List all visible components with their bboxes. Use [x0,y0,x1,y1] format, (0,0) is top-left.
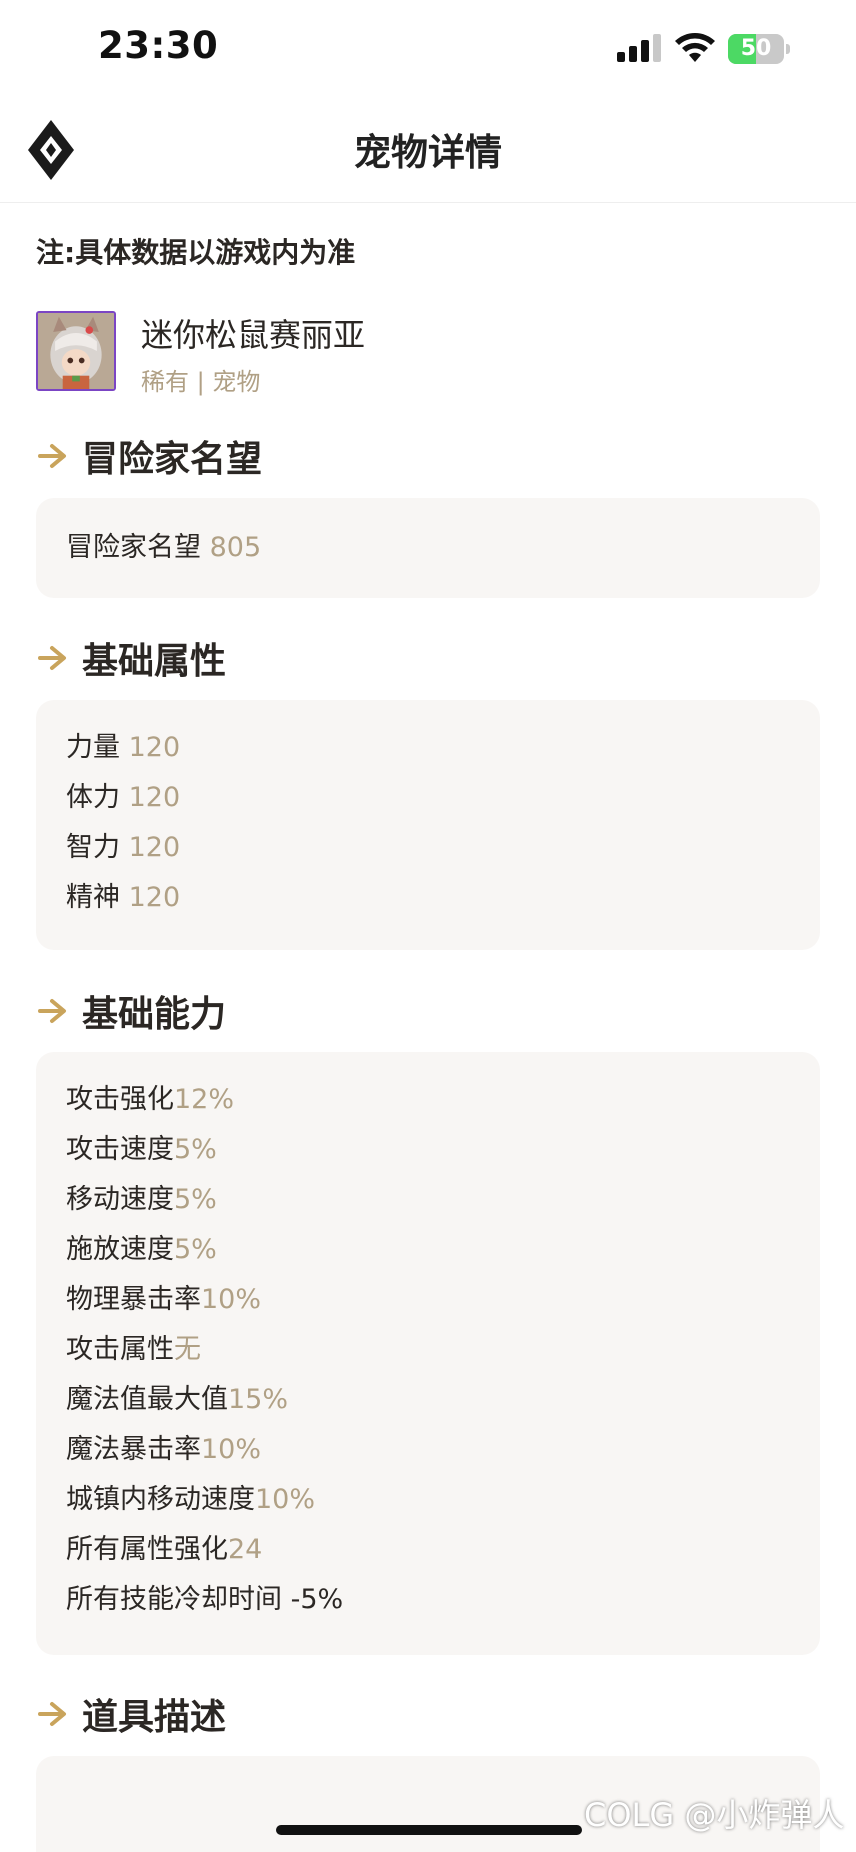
home-indicator[interactable] [276,1825,582,1835]
base-abilities-panel: 攻击强化12% 攻击速度5% 移动速度5% 施放速度5% 物理暴击率10% 攻击… [36,1052,820,1655]
section-title-description: 道具描述 [38,1688,226,1740]
section-title-text: 冒险家名望 [82,439,263,480]
arrow-right-icon [38,444,66,468]
stat-row: 施放速度5% [66,1225,790,1275]
stat-row: 城镇内移动速度10% [66,1475,790,1525]
stat-value: 10% [201,1284,262,1315]
stat-row: 攻击属性无 [66,1325,790,1375]
stat-row: 攻击强化12% [66,1075,790,1125]
section-title-reputation: 冒险家名望 [38,430,262,482]
stat-row: 魔法暴击率10% [66,1425,790,1475]
stat-row: 力量 120 [66,723,790,773]
stat-label: 魔法暴击率 [66,1434,201,1465]
pet-portrait-icon [36,311,116,391]
status-time: 23:30 [98,24,219,67]
page-title: 宠物详情 [354,131,502,174]
stat-value: 15% [228,1384,289,1415]
stat-row: 体力 120 [66,773,790,823]
stat-label: 所有技能冷却时间 -5% [66,1584,344,1615]
battery-icon: 50 [728,34,790,64]
arrow-right-icon [38,1702,66,1726]
data-disclaimer-note: 注:具体数据以游戏内为准 [36,236,356,269]
watermark: COLG @小炸弹人 [584,1796,845,1834]
stat-row: 精神 120 [66,873,790,923]
stat-label: 攻击属性 [66,1334,174,1365]
stat-label: 所有属性强化 [66,1534,228,1565]
stat-label: 智力 [66,832,129,863]
stat-row: 智力 120 [66,823,790,873]
stat-row: 冒险家名望 805 [66,523,790,573]
stat-label: 城镇内移动速度 [66,1484,255,1515]
stat-value: 10% [201,1434,262,1465]
stat-value: 24 [228,1534,263,1565]
status-bar: 23:30 50 [0,0,856,100]
stat-value: 10% [255,1484,316,1515]
stat-value: 5% [174,1134,217,1165]
pet-name: 迷你松鼠赛丽亚 [141,316,366,354]
stat-label: 体力 [66,782,129,813]
stat-value: 5% [174,1234,217,1265]
stat-value: 805 [209,532,262,563]
stat-label: 攻击速度 [66,1134,174,1165]
section-title-text: 基础能力 [82,994,227,1035]
stat-value: 120 [128,882,181,913]
section-title-text: 基础属性 [82,641,227,682]
stat-value: 无 [174,1334,201,1365]
base-attributes-panel: 力量 120 体力 120 智力 120 精神 120 [36,700,820,950]
stat-value: 120 [128,832,181,863]
stat-label: 冒险家名望 [66,532,210,563]
stat-row: 物理暴击率10% [66,1275,790,1325]
stat-row: 移动速度5% [66,1175,790,1225]
stat-row: 攻击速度5% [66,1125,790,1175]
stat-value: 120 [128,732,181,763]
reputation-panel: 冒险家名望 805 [36,498,820,598]
section-title-base-attributes: 基础属性 [38,632,226,684]
stat-label: 施放速度 [66,1234,174,1265]
stat-row: 所有技能冷却时间 -5% [66,1575,790,1625]
nav-bar: 宠物详情 [0,100,856,203]
stat-label: 移动速度 [66,1184,174,1215]
stat-row: 所有属性强化24 [66,1525,790,1575]
stat-value: 5% [174,1184,217,1215]
section-title-text: 道具描述 [82,1697,227,1738]
arrow-right-icon [38,999,66,1023]
stat-label: 魔法值最大值 [66,1384,228,1415]
stat-label: 攻击强化 [66,1084,174,1115]
stat-value: 12% [174,1084,235,1115]
stat-value: 120 [128,782,181,813]
pet-rarity-type: 稀有 | 宠物 [141,368,261,396]
stat-row: 魔法值最大值15% [66,1375,790,1425]
stat-label: 物理暴击率 [66,1284,201,1315]
arrow-right-icon [38,646,66,670]
cellular-signal-icon [617,34,661,62]
section-title-base-abilities: 基础能力 [38,985,226,1037]
wifi-icon [675,33,715,62]
battery-level: 50 [740,36,772,61]
stat-label: 精神 [66,882,129,913]
stat-label: 力量 [66,732,129,763]
